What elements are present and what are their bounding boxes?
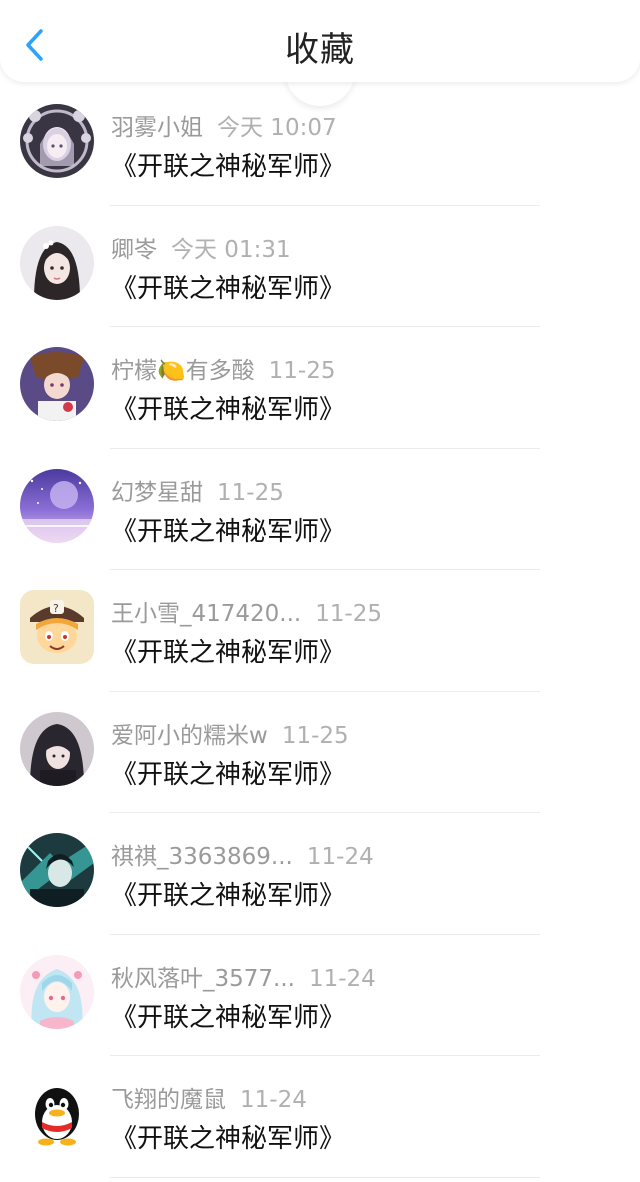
book-title[interactable]: 《开联之神秘军师》	[111, 1118, 345, 1155]
divider	[110, 1176, 540, 1178]
qq-penguin-avatar	[20, 1076, 94, 1150]
anime-boy-avatar	[20, 833, 94, 907]
timestamp: 11-24	[306, 844, 374, 870]
avatar[interactable]	[20, 225, 94, 300]
book-title[interactable]: 《开联之神秘军师》	[111, 146, 345, 183]
favorites-list: 羽雾小姐 今天 10:07 《开联之神秘军师》 卿岺 今天 01:31 《开联之…	[0, 84, 640, 1178]
anime-girl-avatar	[20, 104, 94, 178]
item-meta: 飞翔的魔鼠 11-24	[111, 1080, 307, 1114]
avatar[interactable]	[20, 347, 94, 421]
list-item[interactable]: 卿岺 今天 01:31 《开联之神秘军师》	[0, 206, 640, 327]
avatar[interactable]: ?	[20, 590, 94, 664]
page-title: 收藏	[285, 30, 355, 70]
starry-sky-avatar	[20, 468, 94, 543]
item-meta: 羽雾小姐 今天 10:07	[111, 108, 337, 142]
list-item[interactable]: ? 王小雪_417420... 11-25 《开联之神秘军师》	[0, 570, 640, 692]
timestamp: 11-25	[268, 358, 336, 384]
item-meta: 柠檬🍋有多酸 11-25	[111, 351, 335, 385]
avatar[interactable]	[20, 468, 94, 543]
user-name[interactable]: 爱阿小的糯米w	[111, 723, 268, 749]
user-name[interactable]: 卿岺	[111, 237, 157, 263]
user-name[interactable]: 柠檬🍋有多酸	[111, 358, 255, 384]
book-title[interactable]: 《开联之神秘军师》	[111, 632, 345, 669]
timestamp: 11-24	[308, 965, 376, 992]
avatar[interactable]	[20, 711, 94, 786]
timestamp: 今天 10:07	[217, 115, 337, 141]
item-meta: 爱阿小的糯米w 11-25	[111, 716, 349, 750]
user-name[interactable]: 飞翔的魔鼠	[111, 1087, 226, 1113]
user-name[interactable]: 幻梦星甜	[111, 480, 203, 506]
avatar[interactable]	[20, 1076, 94, 1150]
timestamp: 11-25	[281, 722, 349, 749]
anime-boy-avatar	[20, 711, 94, 786]
book-title[interactable]: 《开联之神秘军师》	[111, 268, 345, 305]
book-title[interactable]: 《开联之神秘军师》	[111, 875, 345, 912]
list-item[interactable]: 柠檬🍋有多酸 11-25 《开联之神秘军师》	[0, 327, 640, 449]
user-name[interactable]: 祺祺_3363869...	[111, 844, 293, 870]
item-meta: 祺祺_3363869... 11-24	[111, 837, 374, 871]
timestamp: 11-25	[217, 479, 284, 506]
anime-girl-avatar	[20, 954, 94, 1029]
user-name[interactable]: 秋风落叶_3577...	[111, 966, 295, 992]
book-title[interactable]: 《开联之神秘军师》	[111, 511, 345, 548]
timestamp: 11-24	[240, 1087, 307, 1113]
timestamp: 今天 01:31	[171, 236, 291, 263]
item-meta: 卿岺 今天 01:31	[111, 230, 291, 264]
item-meta: 王小雪_417420... 11-25	[111, 594, 382, 628]
anime-girl-avatar	[20, 225, 94, 300]
list-item[interactable]: 祺祺_3363869... 11-24 《开联之神秘军师》	[0, 813, 640, 935]
item-meta: 秋风落叶_3577... 11-24	[111, 959, 376, 993]
avatar[interactable]	[20, 104, 94, 178]
list-item[interactable]: 飞翔的魔鼠 11-24 《开联之神秘军师》	[0, 1056, 640, 1178]
list-item[interactable]: 秋风落叶_3577... 11-24 《开联之神秘军师》	[0, 935, 640, 1056]
avatar[interactable]	[20, 954, 94, 1029]
avatar[interactable]	[20, 833, 94, 907]
user-name[interactable]: 羽雾小姐	[111, 115, 203, 141]
book-title[interactable]: 《开联之神秘军师》	[111, 389, 345, 426]
timestamp: 11-25	[315, 601, 383, 627]
cartoon-character-avatar: ?	[20, 590, 94, 664]
item-meta: 幻梦星甜 11-25	[111, 473, 284, 507]
user-name[interactable]: 王小雪_417420...	[111, 601, 301, 627]
nav-header: 收藏	[0, 0, 640, 82]
list-item[interactable]: 幻梦星甜 11-25 《开联之神秘军师》	[0, 449, 640, 570]
favorites-page: 收藏 羽雾小姐 今天 10:07 《开联之神秘军师》 卿岺 今天 01:31 《…	[0, 0, 640, 1182]
svg-text:?: ?	[53, 602, 59, 615]
book-title[interactable]: 《开联之神秘军师》	[111, 997, 345, 1034]
book-title[interactable]: 《开联之神秘军师》	[111, 754, 345, 791]
list-item[interactable]: 爱阿小的糯米w 11-25 《开联之神秘军师》	[0, 692, 640, 813]
anime-girl-avatar	[20, 347, 94, 421]
